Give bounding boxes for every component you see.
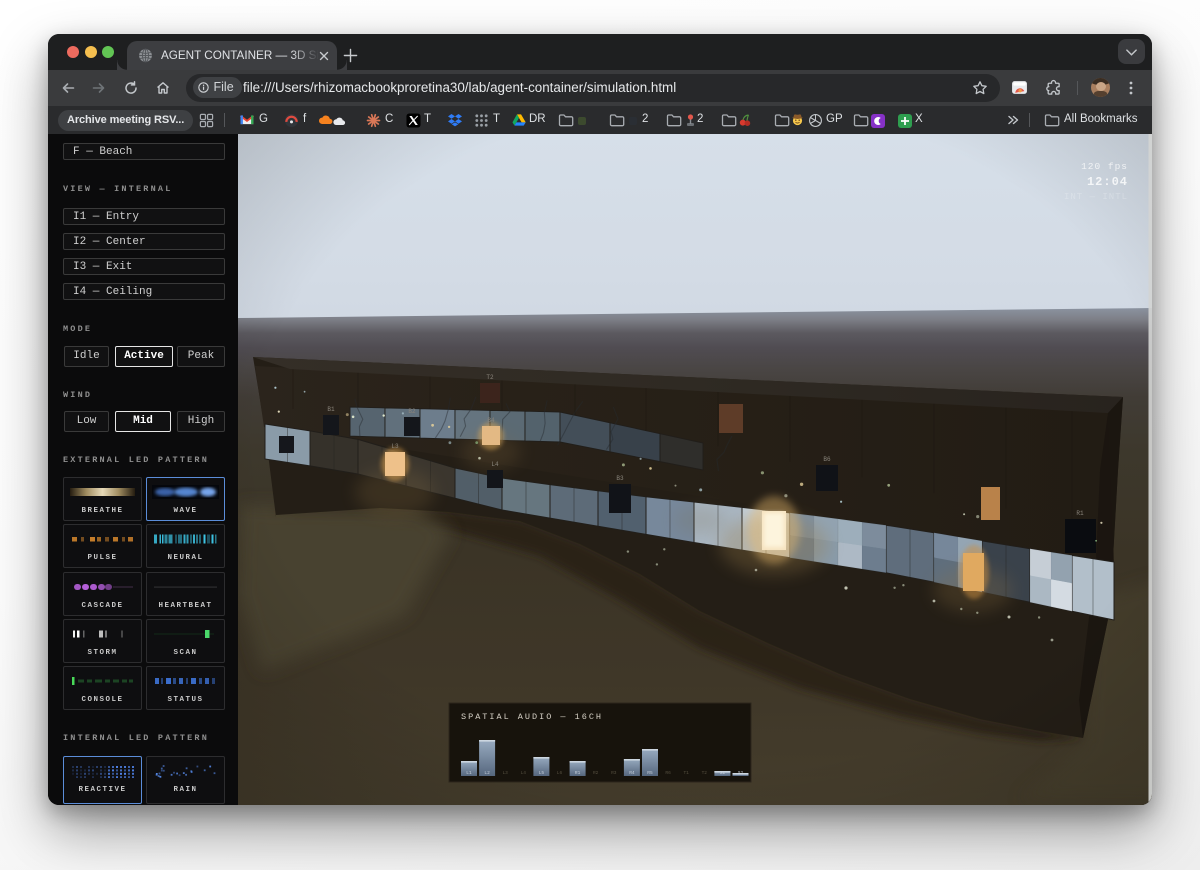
svg-text:L1: L1: [466, 770, 472, 776]
svg-text:S2: S2: [738, 770, 744, 776]
svg-text:L5: L5: [539, 770, 545, 776]
svg-text:12:04: 12:04: [1087, 175, 1128, 189]
svg-text:L4: L4: [521, 770, 527, 776]
svg-text:T2: T2: [702, 770, 708, 776]
svg-text:120 fps: 120 fps: [1081, 161, 1128, 172]
svg-text:SPATIAL AUDIO — 16CH: SPATIAL AUDIO — 16CH: [461, 712, 603, 722]
svg-text:R6: R6: [665, 770, 671, 776]
svg-text:R3: R3: [611, 770, 617, 776]
svg-text:S1: S1: [720, 770, 726, 776]
svg-text:L6: L6: [557, 770, 563, 776]
svg-text:L3: L3: [502, 770, 508, 776]
svg-text:L2: L2: [484, 770, 490, 776]
svg-text:R2: R2: [593, 770, 599, 776]
svg-text:T1: T1: [683, 770, 689, 776]
svg-text:R5: R5: [647, 770, 653, 776]
svg-text:INT — INTL: INT — INTL: [1064, 192, 1128, 202]
svg-text:R1: R1: [575, 770, 581, 776]
svg-text:R4: R4: [629, 770, 635, 776]
